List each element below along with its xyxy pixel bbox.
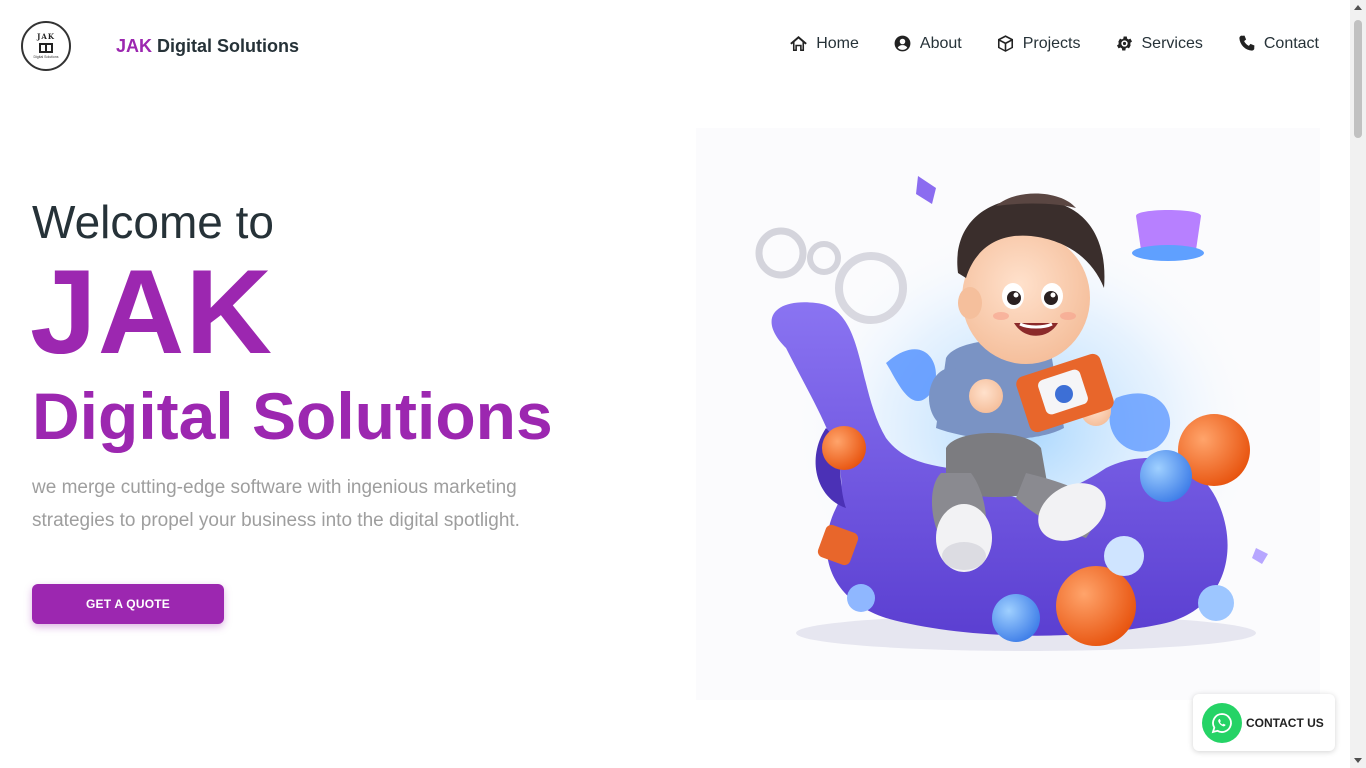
- hero-title: JAK: [30, 245, 274, 379]
- whatsapp-label: CONTACT US: [1246, 715, 1324, 730]
- logo-top-text: JAK: [37, 31, 55, 41]
- whatsapp-icon: [1211, 712, 1232, 733]
- home-icon: [790, 35, 808, 52]
- boy-with-tablet-illustration: [696, 128, 1320, 700]
- site-logo[interactable]: JAK Digital Solutions: [21, 21, 71, 71]
- get-quote-button[interactable]: GET A QUOTE: [32, 584, 224, 624]
- nav-label: Home: [816, 34, 859, 52]
- nav-item-services[interactable]: Services: [1115, 34, 1203, 53]
- scrollbar-thumb[interactable]: [1354, 20, 1362, 138]
- nav-label: About: [919, 34, 962, 52]
- nav-label: Services: [1141, 34, 1203, 52]
- main-nav: Home About Projects Services Contact: [789, 34, 1319, 53]
- gear-icon: [1116, 36, 1132, 51]
- hero-illustration: [696, 128, 1320, 700]
- brand-name[interactable]: JAK Digital Solutions: [116, 36, 299, 57]
- nav-item-projects[interactable]: Projects: [996, 34, 1081, 53]
- brand-rest: Digital Solutions: [152, 36, 300, 56]
- user-circle-icon: [894, 35, 911, 52]
- nav-item-contact[interactable]: Contact: [1237, 34, 1319, 53]
- cube-icon: [997, 35, 1013, 52]
- page-scrollbar[interactable]: [1350, 0, 1366, 768]
- book-icon: [39, 42, 53, 53]
- phone-icon: [1239, 35, 1255, 51]
- scroll-up-arrow-icon[interactable]: [1354, 5, 1362, 10]
- nav-label: Projects: [1022, 34, 1081, 52]
- brand-accent: JAK: [116, 36, 153, 56]
- nav-item-about[interactable]: About: [893, 34, 962, 53]
- nav-item-home[interactable]: Home: [789, 34, 859, 53]
- scroll-down-arrow-icon[interactable]: [1354, 758, 1362, 763]
- welcome-heading: Welcome to: [32, 196, 275, 248]
- whatsapp-icon-wrapper: [1202, 702, 1242, 743]
- site-header: JAK Digital Solutions JAK Digital Soluti…: [0, 0, 1350, 92]
- hero-subtitle: Digital Solutions: [32, 379, 553, 453]
- logo-bottom-text: Digital Solutions: [33, 54, 59, 59]
- hero-description: we merge cutting-edge software with inge…: [32, 477, 520, 531]
- whatsapp-contact-button[interactable]: CONTACT US: [1193, 694, 1335, 751]
- nav-label: Contact: [1263, 34, 1319, 52]
